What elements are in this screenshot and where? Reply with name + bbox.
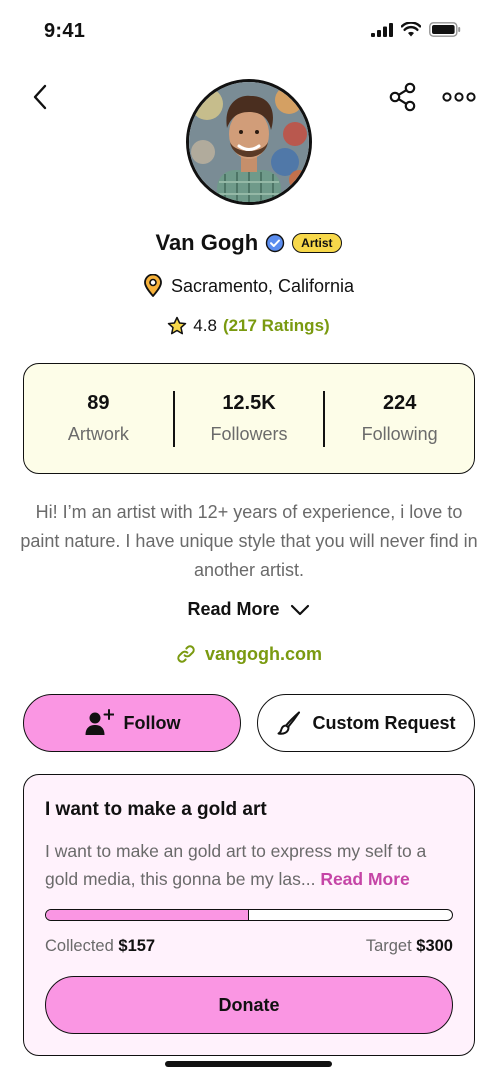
stat-value: 224: [382, 392, 417, 414]
rating-value: 4.8: [193, 316, 217, 335]
wifi-icon: [401, 22, 421, 37]
stat-following[interactable]: 224 Following: [325, 392, 474, 445]
stats-card: 89 Artwork 12.5K Followers 224 Following: [23, 363, 475, 474]
home-indicator: [165, 1061, 332, 1067]
stat-label: Following: [361, 424, 438, 444]
stat-artwork[interactable]: 89 Artwork: [24, 392, 173, 445]
profile-bio: Hi! I’m an artist with 12+ years of expe…: [20, 502, 478, 580]
stat-label: Followers: [210, 424, 288, 444]
campaign-read-more-link[interactable]: Read More: [320, 869, 409, 889]
paint-brush-icon: [277, 711, 301, 735]
campaign-description: I want to make an gold art to express my…: [45, 837, 459, 893]
status-icons: [371, 22, 461, 37]
location-pin-icon: [144, 274, 162, 297]
funding-progress-fill: [46, 910, 249, 920]
custom-request-label: Custom Request: [312, 712, 456, 733]
custom-request-button[interactable]: Custom Request: [257, 694, 475, 752]
avatar: [186, 79, 312, 205]
status-bar: 9:41: [0, 0, 497, 60]
profile-photo: [189, 82, 309, 202]
rating-count: (217 Ratings): [222, 316, 330, 335]
rating-row: 4.8 (217 Ratings): [0, 316, 497, 336]
follow-label: Follow: [123, 712, 181, 733]
artist-badge: Artist: [292, 233, 342, 253]
stat-value: 89: [87, 392, 110, 414]
target-amount-row: Target $300: [366, 937, 453, 956]
funding-progress-bar: [45, 909, 453, 921]
chevron-down-icon: [290, 604, 309, 615]
read-more-label: Read More: [187, 599, 280, 619]
more-horizontal-icon: [442, 92, 476, 102]
stat-value: 12.5K: [222, 392, 276, 414]
campaign-title: I want to make a gold art: [45, 799, 267, 820]
battery-icon: [429, 22, 461, 37]
website-text: vangogh.com: [204, 643, 322, 664]
collected-amount: $157: [118, 937, 156, 955]
target-amount: $300: [416, 937, 453, 955]
donate-label: Donate: [218, 994, 280, 1015]
target-label: Target: [365, 937, 412, 955]
website-link[interactable]: vangogh.com: [0, 643, 497, 665]
star-icon: [168, 316, 187, 335]
read-more-button[interactable]: Read More: [0, 599, 497, 620]
profile-name-row: Van Gogh Artist: [0, 226, 497, 260]
link-icon: [177, 645, 195, 663]
location-row: Sacramento, California: [0, 274, 497, 298]
donate-button[interactable]: Donate: [45, 976, 453, 1034]
location-text: Sacramento, California: [170, 275, 355, 296]
add-user-icon: [85, 709, 114, 735]
chevron-left-icon: [33, 84, 47, 110]
profile-name: Van Gogh: [155, 230, 259, 255]
verified-icon: [265, 233, 285, 253]
cellular-signal-icon: [371, 22, 393, 37]
stat-followers[interactable]: 12.5K Followers: [175, 392, 324, 445]
back-button[interactable]: [26, 82, 54, 112]
collected-label: Collected: [45, 937, 114, 955]
more-options-button[interactable]: [442, 84, 476, 110]
status-time: 9:41: [44, 20, 86, 42]
share-button[interactable]: [388, 82, 418, 112]
share-icon: [389, 82, 416, 112]
campaign-card: I want to make a gold art I want to make…: [23, 774, 475, 1056]
collected-amount-row: Collected $157: [45, 937, 155, 956]
follow-button[interactable]: Follow: [23, 694, 241, 752]
stat-label: Artwork: [67, 424, 129, 444]
